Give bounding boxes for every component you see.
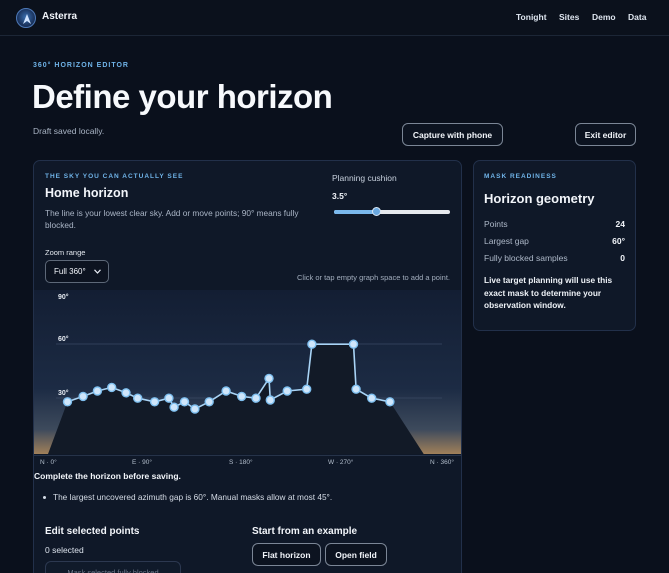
- horizon-point-19[interactable]: [302, 384, 312, 394]
- draft-status: Draft saved locally.: [33, 126, 105, 136]
- azimuth-axis: N · 0° E · 90° S · 180° W · 270° N · 360…: [34, 455, 461, 469]
- editor-kicker: THE SKY YOU CAN ACTUALLY SEE: [45, 173, 184, 180]
- stat-fully-blocked: Fully blocked samples 0: [484, 253, 625, 263]
- top-bar: Asterra Tonight Sites Demo Data: [0, 0, 669, 36]
- planning-cushion-slider[interactable]: [334, 207, 450, 216]
- y-tick-30: 30°: [58, 389, 69, 397]
- zoom-range-value: Full 360°: [54, 267, 86, 276]
- open-field-button[interactable]: Open field: [325, 543, 387, 566]
- capture-with-phone-button[interactable]: Capture with phone: [402, 123, 503, 146]
- horizon-point-21[interactable]: [348, 339, 359, 349]
- stat-largest-gap-value: 60°: [612, 236, 625, 246]
- nav-data[interactable]: Data: [628, 12, 646, 22]
- horizon-point-12[interactable]: [204, 397, 214, 407]
- y-tick-90: 90°: [58, 293, 69, 301]
- horizon-point-13[interactable]: [221, 386, 231, 396]
- horizon-graph[interactable]: 90° 60° 30°: [34, 290, 462, 454]
- horizon-point-22[interactable]: [351, 384, 361, 394]
- horizon-point-17[interactable]: [265, 395, 276, 405]
- stat-points: Points 24: [484, 219, 625, 229]
- exit-editor-button[interactable]: Exit editor: [575, 123, 636, 146]
- horizon-point-2[interactable]: [78, 391, 88, 402]
- x-tick-s180: S · 180°: [229, 459, 253, 466]
- stat-fully-blocked-value: 0: [620, 253, 625, 263]
- edit-selected-title: Edit selected points: [45, 526, 140, 537]
- horizon-point-5[interactable]: [121, 388, 131, 398]
- x-tick-n360: N · 360°: [430, 459, 454, 466]
- slider-fill: [334, 210, 376, 214]
- nav-demo[interactable]: Demo: [592, 12, 616, 22]
- stat-points-value: 24: [615, 219, 625, 229]
- horizon-point-23[interactable]: [367, 393, 377, 403]
- slider-thumb[interactable]: [371, 207, 381, 216]
- planning-cushion-label: Planning cushion: [332, 173, 397, 183]
- validation-item-text: The largest uncovered azimuth gap is 60°…: [53, 492, 333, 502]
- horizon-point-6[interactable]: [132, 393, 143, 403]
- y-tick-60: 60°: [58, 335, 69, 343]
- horizon-point-15[interactable]: [251, 393, 261, 403]
- horizon-point-1[interactable]: [62, 397, 73, 407]
- horizon-point-8[interactable]: [164, 393, 174, 403]
- horizon-point-16[interactable]: [264, 373, 274, 384]
- stat-largest-gap-label: Largest gap: [484, 236, 529, 246]
- editor-description: The line is your lowest clear sky. Add o…: [45, 208, 299, 230]
- logo-icon[interactable]: [16, 8, 36, 28]
- horizon-editor-panel: THE SKY YOU CAN ACTUALLY SEE Home horizo…: [33, 160, 462, 573]
- chevron-down-icon: [94, 269, 101, 274]
- horizon-point-7[interactable]: [149, 397, 160, 407]
- examples-title: Start from an example: [252, 526, 358, 537]
- page-title: Define your horizon: [32, 78, 333, 115]
- selected-count: 0 selected: [45, 545, 84, 555]
- planning-cushion-value: 3.5°: [332, 191, 348, 201]
- validation-item: The largest uncovered azimuth gap is 60°…: [43, 492, 332, 502]
- horizon-point-24[interactable]: [385, 397, 395, 407]
- page-kicker: 360° HORIZON EDITOR: [33, 62, 129, 69]
- brand-name[interactable]: Asterra: [42, 11, 77, 22]
- mask-selected-button[interactable]: Mask selected fully blocked: [45, 561, 181, 573]
- nav-tonight[interactable]: Tonight: [516, 12, 547, 22]
- zoom-range-select[interactable]: Full 360°: [45, 260, 109, 283]
- stat-largest-gap: Largest gap 60°: [484, 236, 625, 246]
- horizon-point-9[interactable]: [169, 402, 179, 412]
- zoom-range-label: Zoom range: [45, 248, 86, 257]
- graph-hint: Click or tap empty graph space to add a …: [296, 273, 450, 282]
- stat-points-label: Points: [484, 219, 508, 229]
- mask-readiness-panel: MASK READINESS Horizon geometry Points 2…: [473, 160, 636, 331]
- readiness-note: Live target planning will use this exact…: [484, 275, 613, 310]
- flat-horizon-button[interactable]: Flat horizon: [252, 543, 321, 566]
- horizon-point-20[interactable]: [307, 339, 317, 349]
- validation-heading: Complete the horizon before saving.: [34, 471, 181, 481]
- x-tick-n0: N · 0°: [40, 459, 57, 466]
- stat-fully-blocked-label: Fully blocked samples: [484, 253, 568, 263]
- editor-title: Home horizon: [45, 186, 129, 200]
- x-tick-w270: W · 270°: [328, 459, 354, 466]
- readiness-kicker: MASK READINESS: [484, 173, 557, 180]
- horizon-point-11[interactable]: [190, 404, 200, 414]
- readiness-title: Horizon geometry: [484, 191, 595, 206]
- nav-sites[interactable]: Sites: [559, 12, 579, 22]
- horizon-point-4[interactable]: [106, 382, 117, 393]
- x-tick-e90: E · 90°: [132, 459, 152, 466]
- horizon-point-3[interactable]: [92, 386, 103, 396]
- horizon-point-18[interactable]: [282, 386, 292, 396]
- horizon-point-10[interactable]: [179, 397, 190, 407]
- horizon-point-14[interactable]: [236, 391, 247, 402]
